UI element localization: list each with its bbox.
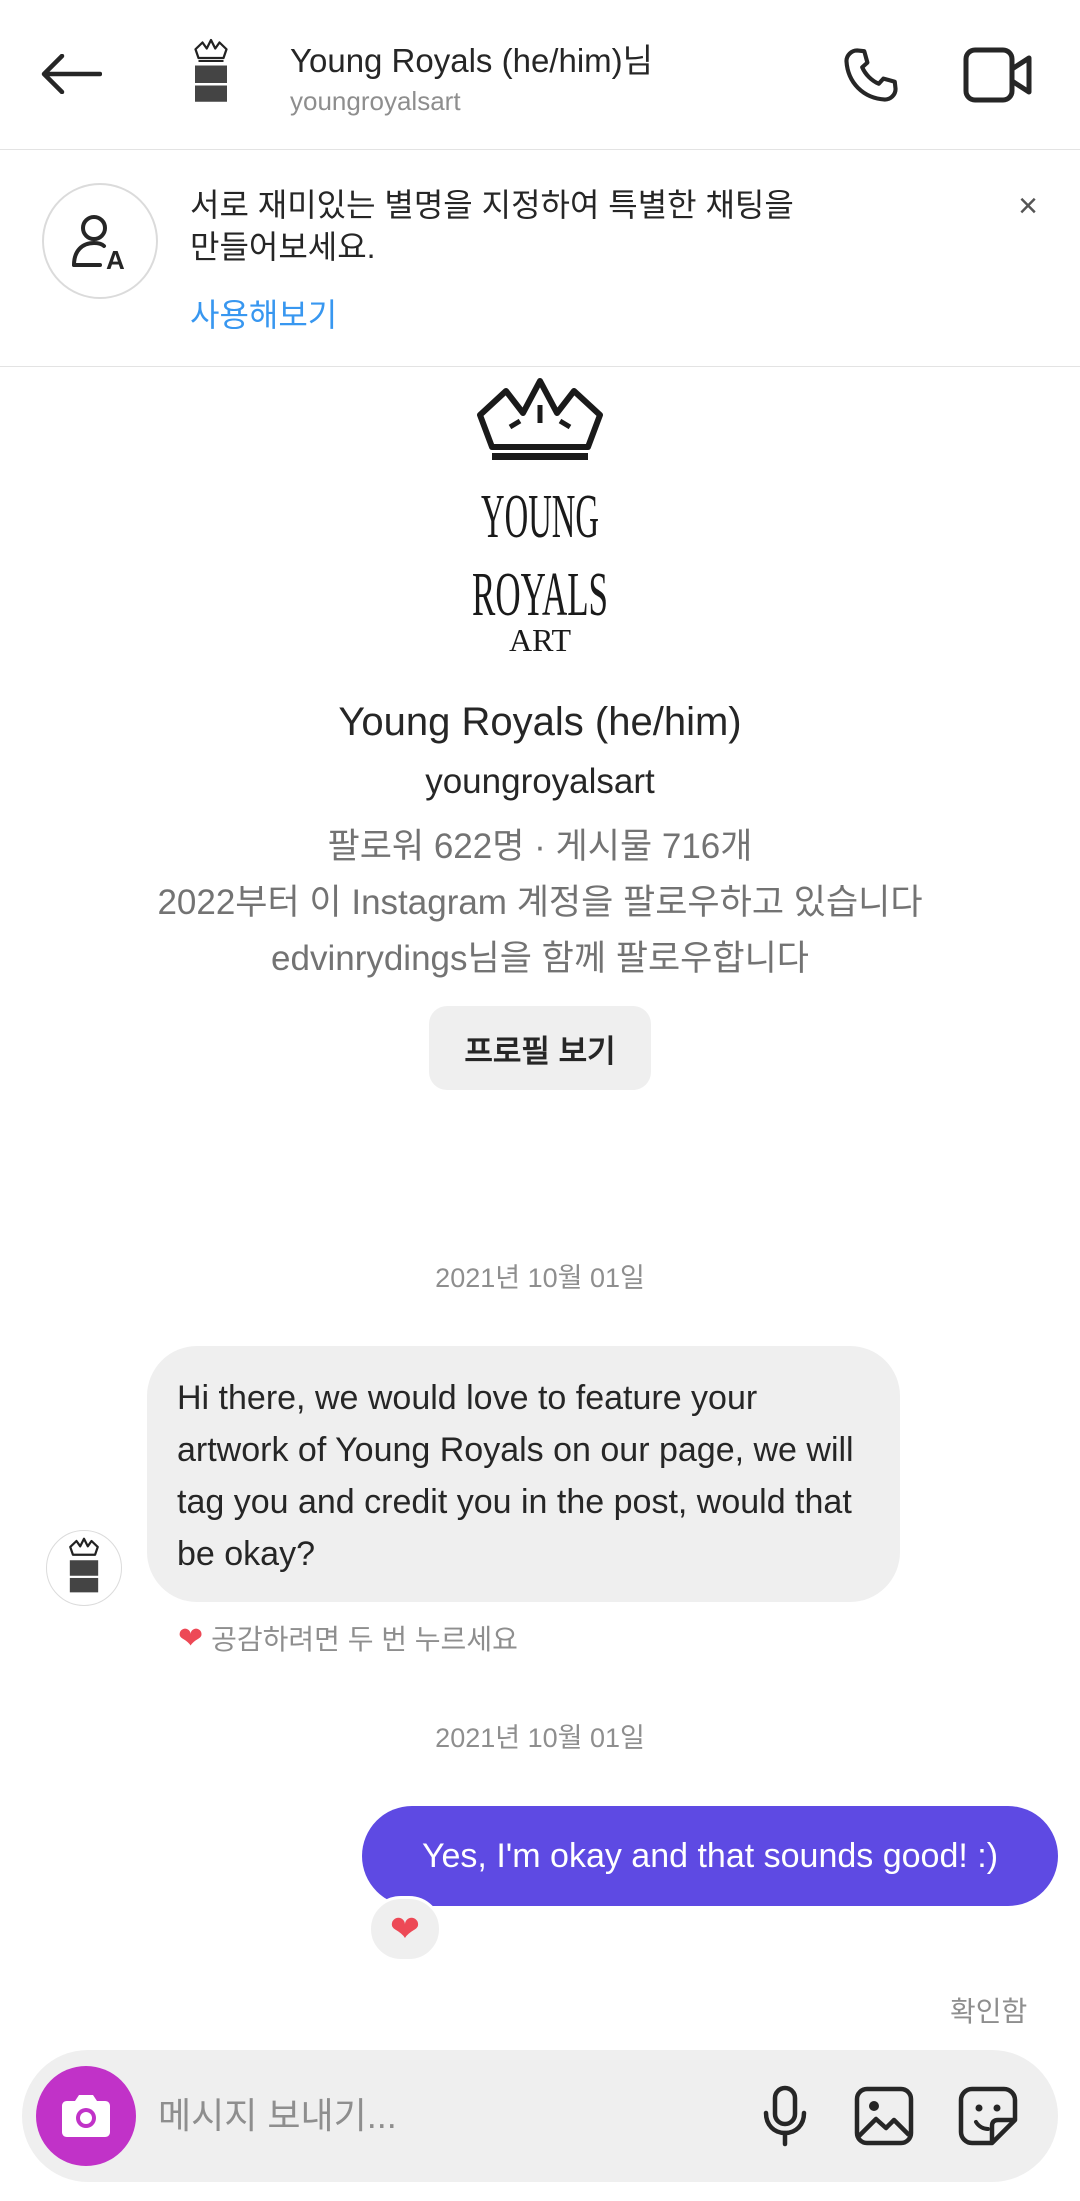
sender-avatar[interactable] [46, 1530, 122, 1606]
heart-reaction[interactable]: ❤ [368, 1896, 442, 1962]
nickname-banner: A 서로 재미있는 별명을 지정하여 특별한 채팅을 만들어보세요. 사용해보기… [0, 150, 1080, 367]
header-username[interactable]: youngroyalsart [290, 86, 461, 117]
message-composer [22, 2050, 1058, 2182]
young-royals-logo: YOUNG ROYALS ART [472, 378, 608, 658]
logo-text-art: ART [509, 622, 572, 655]
following-since: 2022부터 이 Instagram 계정을 팔로우하고 있습니다 [157, 883, 923, 922]
young-royals-logo-tiny [69, 1537, 99, 1593]
video-call-button[interactable] [958, 40, 1038, 110]
logo-text-royals: ROYALS [472, 561, 608, 629]
camera-button[interactable] [36, 2066, 136, 2166]
phone-icon [844, 48, 898, 102]
close-icon[interactable]: × [1008, 186, 1048, 226]
view-profile-button[interactable]: 프로필 보기 [429, 1006, 651, 1090]
date-separator: 2021년 10월 01일 [435, 1263, 645, 1293]
heart-icon: ❤ [178, 1621, 204, 1655]
logo-text-young: YOUNG [481, 483, 599, 551]
camera-icon [62, 2095, 110, 2137]
microphone-icon [763, 2085, 807, 2147]
header-avatar[interactable] [178, 33, 244, 113]
date-separator: 2021년 10월 01일 [435, 1723, 645, 1753]
sticker-icon [958, 2086, 1018, 2146]
profile-name: Young Royals (he/him) [338, 700, 742, 744]
mutual-followers: edvinrydings님을 함께 팔로우합니다 [271, 939, 809, 978]
react-hint: ❤ 공감하려면 두 번 누르세요 [178, 1618, 518, 1658]
nickname-banner-text: 서로 재미있는 별명을 지정하여 특별한 채팅을 만들어보세요. [190, 187, 794, 265]
back-button[interactable] [36, 44, 106, 104]
incoming-message[interactable]: Hi there, we would love to feature your … [147, 1346, 900, 1602]
react-hint-text: 공감하려면 두 번 누르세요 [211, 1624, 518, 1655]
voice-message-button[interactable] [750, 2080, 820, 2152]
voice-call-button[interactable] [836, 40, 906, 110]
sticker-button[interactable] [952, 2080, 1024, 2152]
message-input[interactable] [158, 2086, 718, 2146]
profile-username: youngroyalsart [425, 762, 655, 801]
gallery-icon [854, 2086, 914, 2146]
nickname-icon: A [72, 215, 125, 271]
outgoing-message[interactable]: Yes, I'm okay and that sounds good! :) [362, 1806, 1058, 1906]
nickname-badge: A [42, 183, 158, 299]
video-camera-icon [963, 47, 1032, 103]
seen-status: 확인함 [950, 1996, 1028, 2027]
back-arrow-icon [41, 54, 102, 94]
try-nickname-link[interactable]: 사용해보기 [190, 290, 337, 336]
chat-header: Young Royals (he/him)님 youngroyalsart [0, 0, 1080, 150]
profile-stats: 팔로워 622명 · 게시물 716개 [327, 827, 753, 866]
svg-text:A: A [106, 245, 125, 271]
gallery-button[interactable] [848, 2080, 920, 2152]
profile-logo[interactable]: YOUNG ROYALS ART [468, 375, 612, 658]
young-royals-logo-small [194, 38, 228, 102]
header-title[interactable]: Young Royals (he/him)님 [290, 34, 653, 82]
